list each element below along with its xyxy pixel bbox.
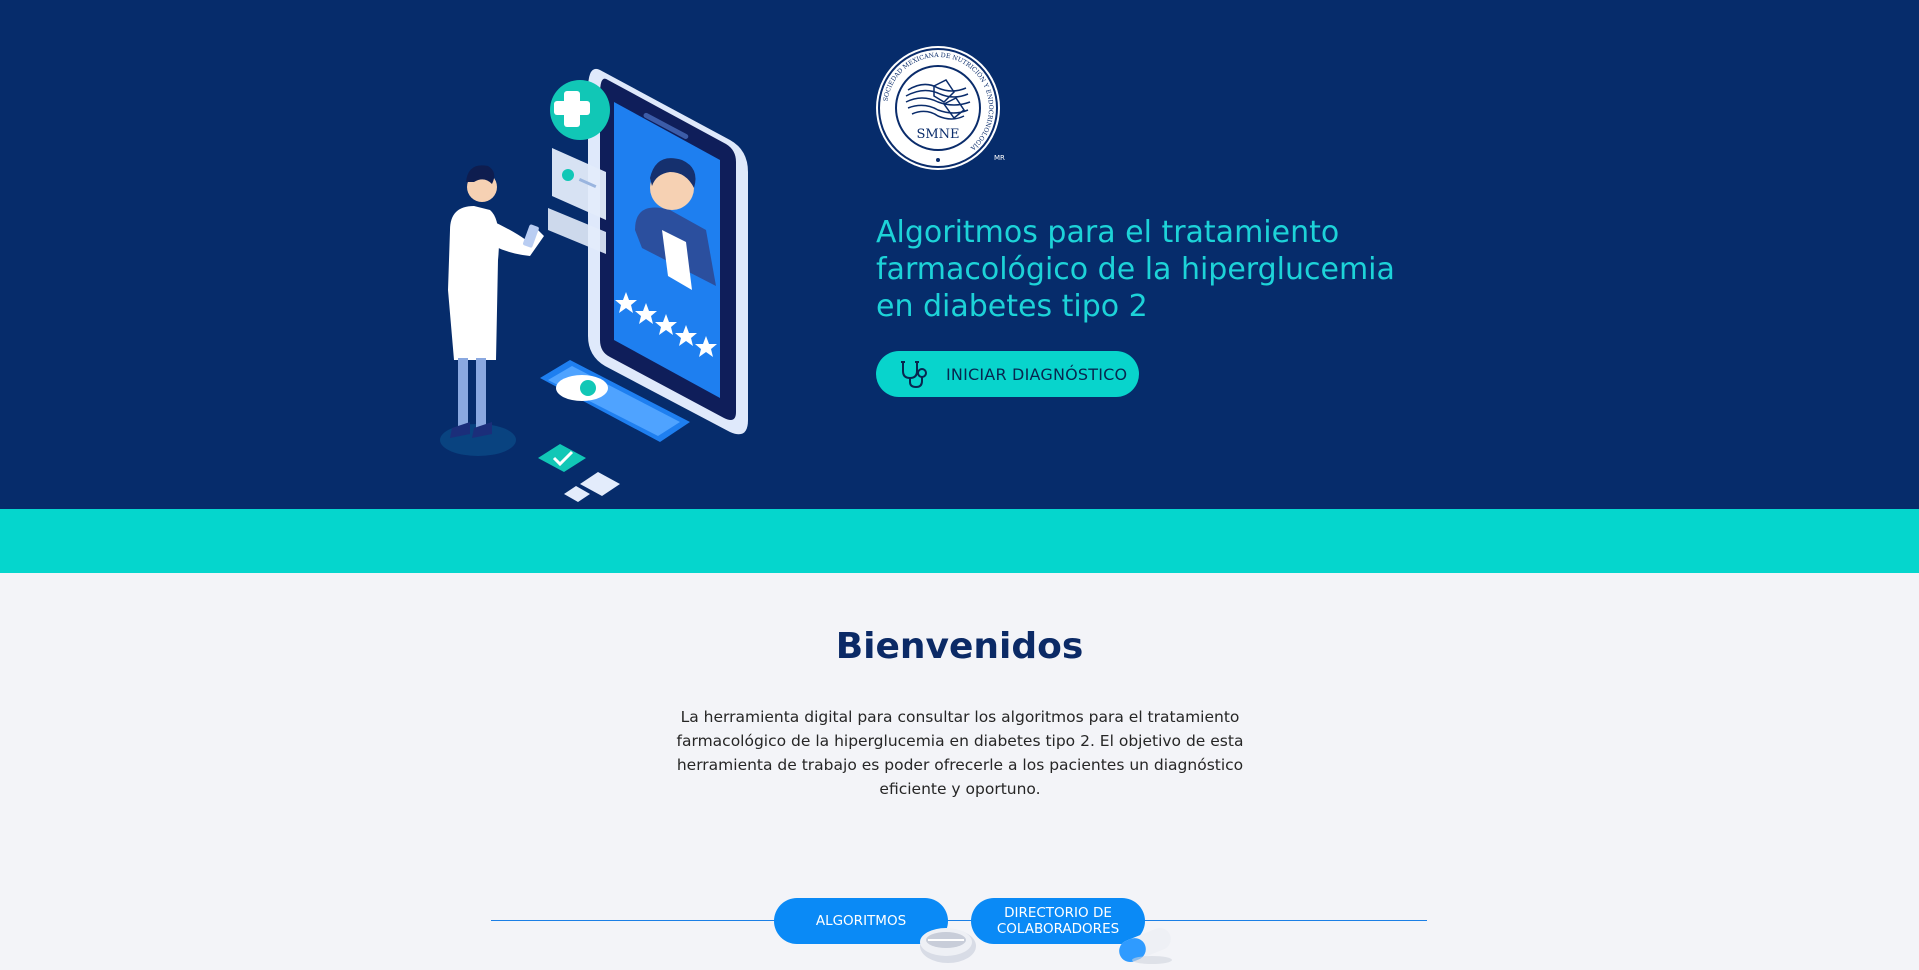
tablet-pill-icon: [918, 924, 978, 970]
doctor-telemedicine-illustration: [430, 60, 770, 510]
start-diagnosis-button[interactable]: INICIAR DIAGNÓSTICO: [876, 351, 1139, 397]
teal-divider-band: [0, 509, 1919, 573]
welcome-title: Bienvenidos: [835, 626, 1084, 667]
logo-text: SMNE: [916, 127, 959, 142]
welcome-text: La herramienta digital para consultar lo…: [676, 708, 1244, 798]
capsule-pill-icon: [1114, 920, 1176, 970]
nav-divider-line: [491, 920, 1427, 921]
stethoscope-icon: [898, 359, 932, 389]
smne-logo: SMNE MR SOCIEDAD MEXICANA DE NUTRICIÓN Y…: [874, 44, 1010, 174]
logo-mark: MR: [994, 154, 1005, 162]
hero-title: Algoritmos para el tratamiento farmacoló…: [876, 215, 1395, 324]
hero-section: SMNE MR SOCIEDAD MEXICANA DE NUTRICIÓN Y…: [0, 0, 1919, 509]
start-diagnosis-label: INICIAR DIAGNÓSTICO: [946, 364, 1128, 384]
